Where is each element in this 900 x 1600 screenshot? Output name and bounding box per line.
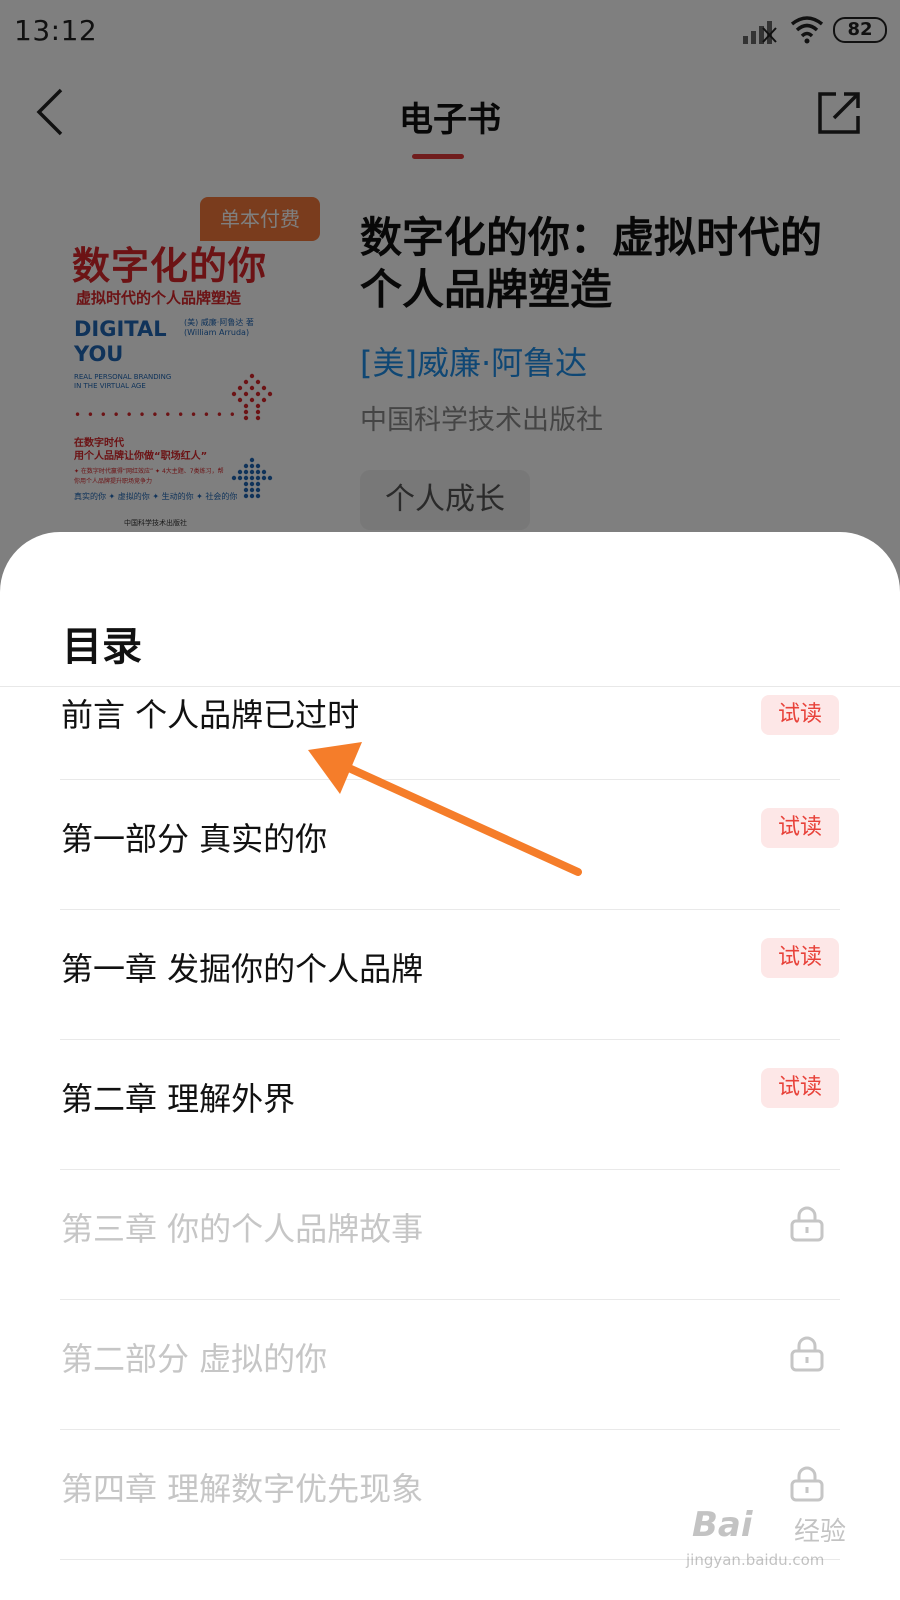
- trial-read-badge: 试读: [761, 938, 839, 978]
- lock-icon: [790, 1206, 824, 1242]
- toc-title: 目录: [62, 624, 142, 670]
- toc-item-label: 第二部分 虚拟的你: [61, 1340, 328, 1378]
- trial-read-badge: 试读: [761, 808, 839, 848]
- watermark-text: 经验: [794, 1517, 847, 1547]
- toc-item-label: 前言 个人品牌已过时: [61, 696, 360, 734]
- watermark-url: jingyan.baidu.com: [686, 1551, 825, 1569]
- toc-item-label: 第一部分 真实的你: [61, 820, 328, 858]
- annotation-arrow-icon: [308, 742, 582, 876]
- toc-item-label: 第二章 理解外界: [61, 1080, 296, 1118]
- toc-item-label: 第三章 你的个人品牌故事: [61, 1210, 424, 1248]
- lock-icon: [790, 1336, 824, 1372]
- watermark-logo: Bai: [692, 1505, 753, 1545]
- trial-read-badge: 试读: [761, 1068, 839, 1108]
- toc-item-locked[interactable]: 第二部分 虚拟的你: [0, 1300, 900, 1430]
- baidu-jingyan-watermark: Bai 经验 jingyan.baidu.com: [686, 1505, 856, 1575]
- toc-item-label: 第四章 理解数字优先现象: [61, 1470, 424, 1508]
- toc-item-locked[interactable]: 第三章 你的个人品牌故事: [0, 1170, 900, 1300]
- trial-read-badge: 试读: [761, 695, 839, 735]
- toc-item[interactable]: 第一章 发掘你的个人品牌 试读: [0, 910, 900, 1040]
- toc-item-label: 第一章 发掘你的个人品牌: [61, 950, 424, 988]
- modal-overlay[interactable]: [0, 0, 900, 600]
- lock-icon: [790, 1466, 824, 1502]
- toc-item[interactable]: 第二章 理解外界 试读: [0, 1040, 900, 1170]
- toc-bottom-sheet: 目录 前言 个人品牌已过时 试读 第一部分 真实的你 试读 第一章 发掘你的个人…: [0, 532, 900, 1600]
